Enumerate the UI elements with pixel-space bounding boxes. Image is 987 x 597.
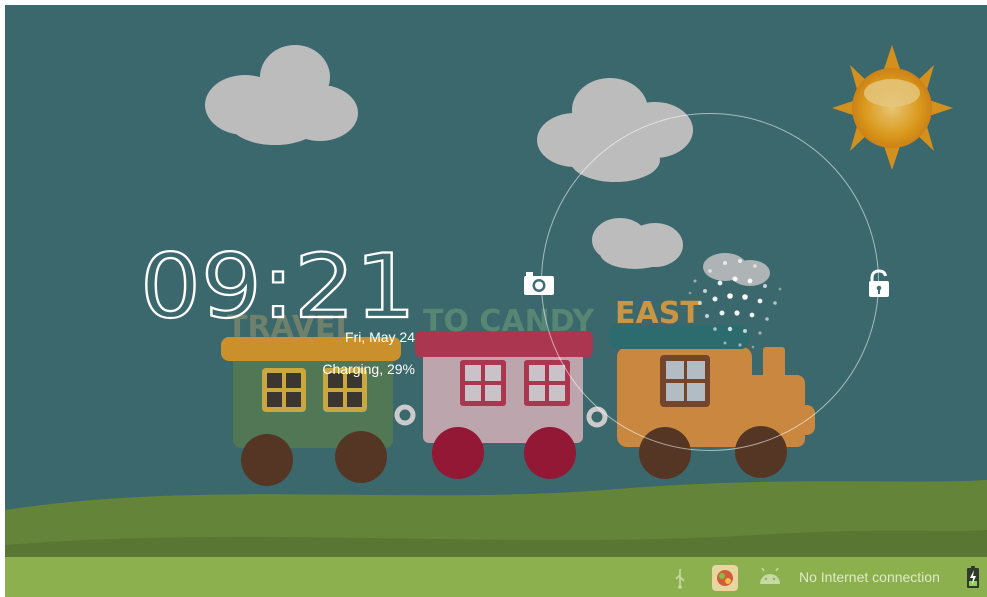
unlock-icon — [869, 269, 889, 297]
camera-icon — [524, 272, 554, 295]
clock: 09:21 — [140, 241, 417, 331]
camera-shortcut[interactable] — [521, 265, 557, 301]
usb-icon — [675, 569, 685, 589]
system-status-bar: No Internet connection — [5, 557, 987, 597]
android-debug-icon[interactable] — [757, 566, 783, 588]
lock-screen: TRAVEL TO CANDY EAST 09:21 Fri, May 24 C… — [5, 5, 987, 597]
battery-charging-icon — [967, 566, 979, 588]
unlock-target[interactable] — [859, 263, 899, 303]
clock-time: 09:21 — [140, 241, 416, 331]
app-notification-icon[interactable] — [711, 564, 739, 592]
date-text: Fri, May 24 — [344, 329, 415, 345]
unlock-ring[interactable] — [541, 113, 879, 451]
network-status-text: No Internet connection — [799, 569, 940, 585]
charging-status: Charging, 29% — [322, 361, 415, 377]
